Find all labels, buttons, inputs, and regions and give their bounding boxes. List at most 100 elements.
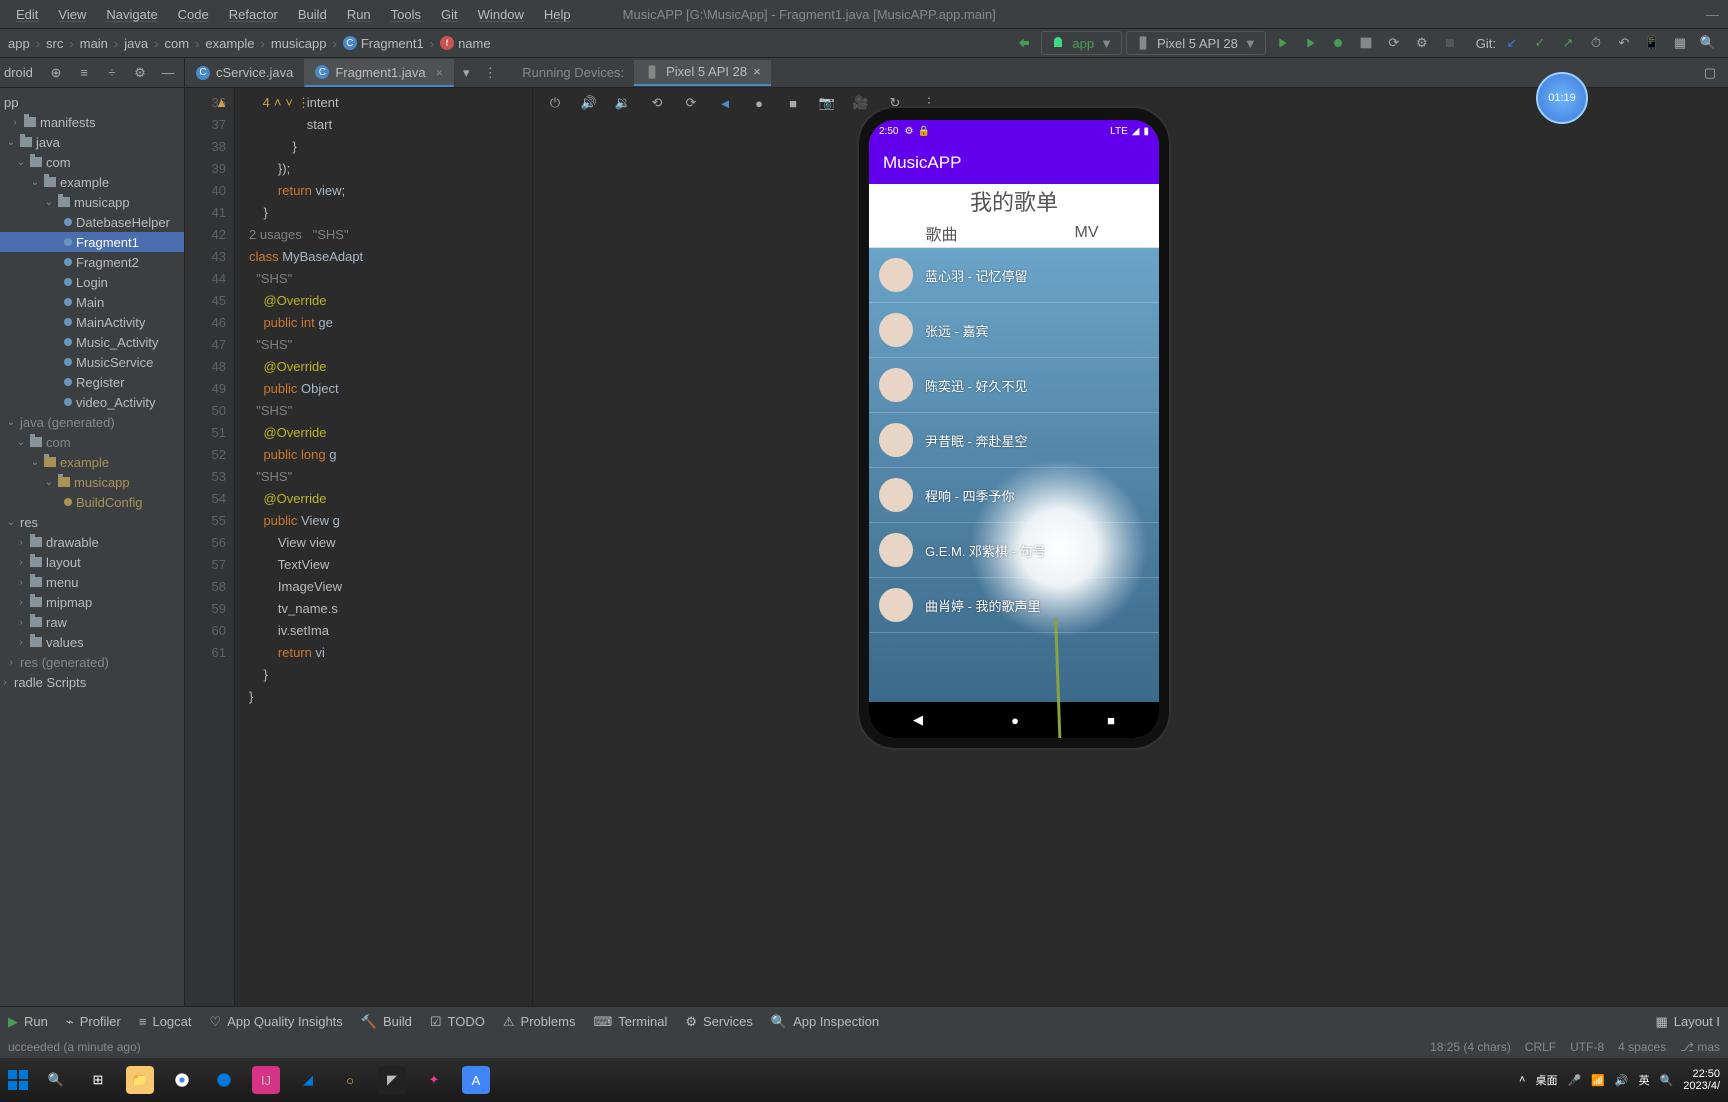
tree-example[interactable]: ⌄example [0, 172, 184, 192]
tree-file[interactable]: Fragment2 [0, 252, 184, 272]
status-indent[interactable]: 4 spaces [1618, 1040, 1666, 1054]
tree-musicapp2[interactable]: ⌄musicapp [0, 472, 184, 492]
tree-root[interactable]: pp [0, 92, 184, 112]
status-line-ending[interactable]: CRLF [1525, 1040, 1556, 1054]
git-update-button[interactable]: ↙ [1500, 31, 1524, 55]
close-icon[interactable]: × [436, 65, 444, 80]
tree-res[interactable]: ⌄res [0, 512, 184, 532]
volume-icon[interactable]: 🔊 [1615, 1074, 1629, 1087]
git-commit-button[interactable]: ✓ [1528, 31, 1552, 55]
tree-file[interactable]: MainActivity [0, 312, 184, 332]
tab-mv[interactable]: MV [1014, 218, 1159, 247]
crumb-class[interactable]: Fragment1 [361, 36, 424, 51]
taskview-icon[interactable]: ⊞ [84, 1066, 112, 1094]
wifi-icon[interactable]: 📶 [1591, 1074, 1605, 1087]
explorer-icon[interactable]: 📁 [126, 1066, 154, 1094]
hide-icon[interactable]: — [156, 61, 180, 85]
up-icon[interactable]: ˄ [274, 92, 282, 114]
tab-fragment1[interactable]: C Fragment1.java × [304, 59, 454, 87]
song-row[interactable]: 蓝心羽 - 记忆停留 [869, 248, 1159, 303]
song-list[interactable]: 蓝心羽 - 记忆停留 张远 - 嘉宾 陈奕迅 - 好久不见 尹昔眠 - 奔赴星空… [869, 248, 1159, 702]
profiler-button[interactable] [1354, 31, 1378, 55]
menu-build[interactable]: Build [290, 5, 335, 24]
down-icon[interactable]: ˅ [285, 92, 293, 114]
tree-res-gen[interactable]: ›res (generated) [0, 652, 184, 672]
stop-button[interactable] [1438, 31, 1462, 55]
debug-button[interactable] [1326, 31, 1350, 55]
crumb-app[interactable]: app [8, 36, 30, 51]
tool-logcat[interactable]: ≡Logcat [139, 1014, 192, 1029]
select-opened-icon[interactable]: ÷ [100, 61, 124, 85]
app-icon2[interactable]: ◤ [378, 1066, 406, 1094]
tool-build[interactable]: 🔨Build [361, 1014, 412, 1030]
tree-file-selected[interactable]: Fragment1 [0, 232, 184, 252]
tool-quality[interactable]: ♡App Quality Insights [210, 1014, 343, 1030]
tree-res-item[interactable]: ›menu [0, 572, 184, 592]
running-device-tab[interactable]: Pixel 5 API 28 × [634, 60, 771, 86]
status-position[interactable]: 18:25 (4 chars) [1430, 1040, 1511, 1054]
coverage-button[interactable]: ⟳ [1382, 31, 1406, 55]
tree-res-item[interactable]: ›layout [0, 552, 184, 572]
tree-manifests[interactable]: ›manifests [0, 112, 184, 132]
tool-services[interactable]: ⚙Services [685, 1014, 753, 1030]
expand-icon[interactable]: ≡ [72, 61, 96, 85]
menu-run[interactable]: Run [339, 5, 379, 24]
crumb-java[interactable]: java [124, 36, 148, 51]
git-rollback-button[interactable]: ↶ [1612, 31, 1636, 55]
app-icon[interactable]: ○ [336, 1066, 364, 1094]
run-button[interactable] [1270, 31, 1294, 55]
back-icon[interactable]: ◄ [713, 91, 737, 115]
song-row[interactable]: G.E.M. 邓紫棋 - 句号 [869, 523, 1159, 578]
tray-time[interactable]: 22:50 [1683, 1068, 1720, 1080]
tree-res-item[interactable]: ›drawable [0, 532, 184, 552]
tree-musicapp[interactable]: ⌄musicapp [0, 192, 184, 212]
vscode-icon[interactable]: ◢ [294, 1066, 322, 1094]
ime-indicator[interactable]: 英 [1639, 1072, 1650, 1088]
tool-layout-inspector[interactable]: ▦Layout I [1655, 1014, 1720, 1030]
menu-tools[interactable]: Tools [383, 5, 429, 24]
song-row[interactable]: 程响 - 四季予你 [869, 468, 1159, 523]
home-icon[interactable]: ● [747, 91, 771, 115]
tree-res-item[interactable]: ›raw [0, 612, 184, 632]
crumb-example[interactable]: example [205, 36, 254, 51]
nav-back-icon[interactable]: ◀ [913, 712, 923, 728]
crumb-src[interactable]: src [46, 36, 63, 51]
tree-java[interactable]: ⌄java [0, 132, 184, 152]
menu-window[interactable]: Window [470, 5, 532, 24]
tree-file[interactable]: MusicService [0, 352, 184, 372]
status-branch[interactable]: ⎇ mas [1680, 1040, 1720, 1054]
tree-res-item[interactable]: ›mipmap [0, 592, 184, 612]
menu-edit[interactable]: Edit [8, 5, 46, 24]
tree-com[interactable]: ⌄com [0, 152, 184, 172]
edge-icon[interactable] [210, 1066, 238, 1094]
menu-refactor[interactable]: Refactor [221, 5, 286, 24]
menu-navigate[interactable]: Navigate [98, 5, 165, 24]
device-dropdown[interactable]: Pixel 5 API 28 ▼ [1126, 31, 1266, 55]
tabs-dropdown-icon[interactable]: ▾ [454, 61, 478, 85]
song-row[interactable]: 曲肖婷 - 我的歌声里 [869, 578, 1159, 633]
tool-terminal[interactable]: ⌨Terminal [593, 1014, 667, 1030]
run-config-dropdown[interactable]: app ▼ [1041, 31, 1122, 55]
tree-file[interactable]: video_Activity [0, 392, 184, 412]
screenshot-icon[interactable]: 📷 [815, 91, 839, 115]
crumb-main[interactable]: main [80, 36, 108, 51]
warning-icon[interactable]: ▲ [215, 92, 228, 114]
search-icon[interactable]: 🔍 [42, 1066, 70, 1094]
tree-file[interactable]: Login [0, 272, 184, 292]
song-row[interactable]: 张远 - 嘉宾 [869, 303, 1159, 358]
tool-todo[interactable]: ☑TODO [430, 1014, 485, 1030]
collapse-icon[interactable]: ⊕ [44, 61, 68, 85]
desktop-label[interactable]: 桌面 [1535, 1072, 1557, 1088]
settings-icon[interactable]: ⚙ [128, 61, 152, 85]
rotate-right-icon[interactable]: ⟳ [679, 91, 703, 115]
tree-file[interactable]: DatebaseHelper [0, 212, 184, 232]
tool-problems[interactable]: ⚠Problems [503, 1014, 576, 1030]
sdk-button[interactable]: ▦ [1668, 31, 1692, 55]
volume-down-icon[interactable]: 🔉 [611, 91, 635, 115]
mic-icon[interactable]: 🎤 [1567, 1074, 1581, 1087]
sync-icon[interactable] [1013, 31, 1037, 55]
maximize-icon[interactable]: ▢ [1698, 61, 1722, 85]
attach-button[interactable]: ⚙ [1410, 31, 1434, 55]
timer-overlay[interactable]: 01:19 [1536, 72, 1588, 124]
more-icon[interactable]: ⋮ [297, 92, 310, 114]
